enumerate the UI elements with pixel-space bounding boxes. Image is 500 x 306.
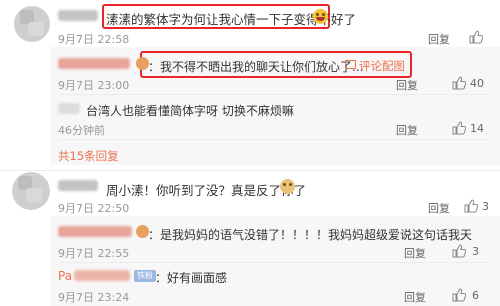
laugh-emoji-icon [313,9,328,24]
dog-emoji-icon [280,179,295,194]
reply-button[interactable]: 回复 [404,289,426,305]
reply-text: ：好有画面感 [155,271,228,285]
divider [58,139,492,140]
reply-username-blurred[interactable] [74,270,130,281]
thumb-up-icon[interactable] [452,121,466,135]
image-icon[interactable] [345,60,356,69]
divider [58,94,492,95]
timestamp: 9月7日 22:58 [58,33,130,46]
timestamp: 46分钟前 [58,124,105,137]
like-count: 3 [482,200,489,213]
avatar[interactable] [12,172,50,210]
fan-badge: 铁粉 [134,270,156,282]
reply-username-blurred[interactable] [58,103,80,114]
timestamp: 9月7日 23:24 [58,291,130,304]
reply-text: ：我不得不晒出我的聊天让你们放心了... [148,60,364,74]
reply-text: ：是我妈妈的语气没错了！！！！我妈妈超级爱说这句话我天 [148,228,473,242]
username-blurred[interactable] [58,180,98,191]
comment-text: 周小溸！你听到了没？真是反了你了 [106,183,307,198]
username-blurred[interactable] [58,10,98,21]
timestamp: 9月7日 22:50 [58,202,130,215]
more-replies-link[interactable]: 共15条回复 [58,148,119,164]
like-count: 14 [470,122,484,135]
reply-button[interactable]: 回复 [404,245,426,261]
thumb-up-icon[interactable] [469,30,483,44]
timestamp: 9月7日 23:00 [58,79,130,92]
reply-button[interactable]: 回复 [396,122,418,138]
thumb-up-icon[interactable] [452,288,466,302]
thumb-up-icon[interactable] [452,244,466,258]
comment-image-link[interactable]: 评论配图 [359,58,405,74]
like-count: 3 [472,245,479,258]
reply-button[interactable]: 回复 [428,200,450,216]
reply-button[interactable]: 回复 [396,77,418,93]
like-count: 6 [472,289,479,302]
divider [58,262,492,263]
reply-username-blurred[interactable] [58,58,130,69]
reply-username[interactable]: Pa [58,269,72,283]
avatar[interactable] [14,6,50,42]
reply-text: 台湾人也能看懂简体字呀 切换不麻烦嘛 [86,104,294,118]
thumb-up-icon[interactable] [452,76,466,90]
like-count: 40 [470,77,484,90]
timestamp: 9月7日 22:55 [58,247,130,260]
reply-button[interactable]: 回复 [428,31,450,47]
thumb-up-icon[interactable] [464,199,478,213]
divider [0,170,500,171]
reply-username-blurred[interactable] [58,226,132,237]
